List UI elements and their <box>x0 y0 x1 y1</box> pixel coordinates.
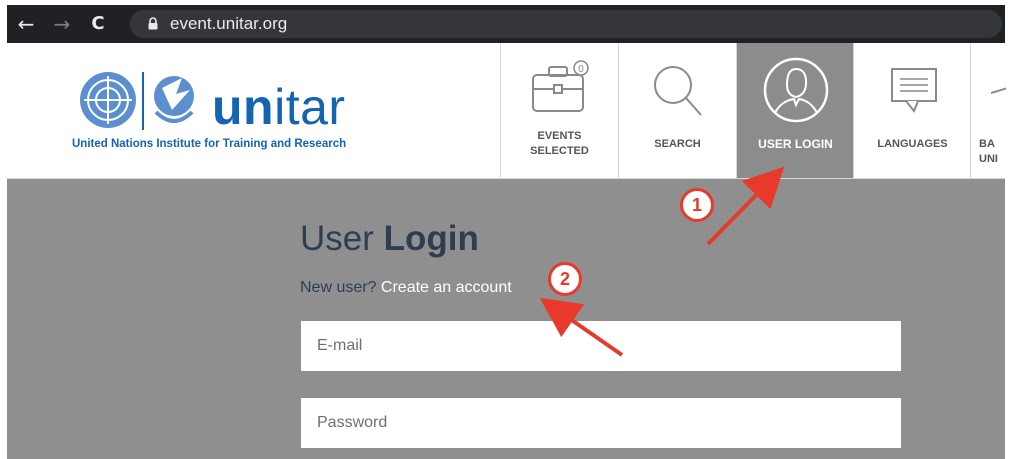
un-emblem-icon <box>80 72 194 130</box>
login-section: User Login New user? Create an account <box>7 179 1005 459</box>
logo-subtitle: United Nations Institute for Training an… <box>72 138 347 150</box>
new-user-prompt: New user? Create an account <box>300 279 512 297</box>
password-field[interactable] <box>301 398 901 448</box>
lock-icon <box>148 17 158 30</box>
tile-search[interactable]: SEARCH <box>618 43 736 178</box>
tile-languages[interactable]: LANGUAGES <box>853 43 971 178</box>
tile-label: USER LOGIN <box>758 137 833 151</box>
speech-bubble-icon <box>890 68 937 113</box>
tile-user-login[interactable]: USER LOGIN <box>736 43 854 178</box>
reload-icon: C <box>91 13 105 34</box>
logo-wordmark: unitar <box>212 78 346 136</box>
tile-label: EVENTS SELECTED <box>530 130 589 157</box>
url-text: event.unitar.org <box>170 14 288 33</box>
address-bar[interactable]: event.unitar.org <box>130 10 1002 38</box>
tile-events-selected[interactable]: 0 EVENTS SELECTED <box>500 43 618 178</box>
tile-label: LANGUAGES <box>877 138 948 150</box>
tile-partial[interactable]: BA UNI <box>970 43 1006 178</box>
briefcase-icon: 0 <box>531 60 589 112</box>
tile-label: BA UNI <box>979 138 998 165</box>
back-button[interactable]: ← <box>13 11 39 37</box>
logo-word-thin: itar <box>274 79 346 135</box>
forward-button[interactable]: → <box>49 11 75 37</box>
partial-icon <box>991 87 1006 94</box>
email-input[interactable] <box>315 336 879 356</box>
unitar-logo[interactable]: unitar United Nations Institute for Trai… <box>72 68 352 158</box>
site-header: unitar United Nations Institute for Trai… <box>7 43 1006 179</box>
magnifier-icon <box>653 66 702 116</box>
browser-toolbar: ← → C event.unitar.org <box>7 5 1005 43</box>
forward-arrow-icon: → <box>53 12 71 36</box>
back-arrow-icon: ← <box>17 12 35 36</box>
page-title: User Login <box>300 219 479 258</box>
create-account-link[interactable]: Create an account <box>381 279 512 296</box>
user-icon <box>763 57 828 123</box>
logo-word-bold: un <box>212 79 275 135</box>
step-2-badge: 2 <box>548 262 582 296</box>
tile-label: SEARCH <box>654 138 701 150</box>
email-field[interactable] <box>301 321 901 371</box>
reload-button[interactable]: C <box>85 11 111 37</box>
step-1-badge: 1 <box>680 188 714 222</box>
password-input[interactable] <box>315 413 879 433</box>
new-user-label: New user? <box>300 279 381 296</box>
events-count-badge: 0 <box>578 64 584 75</box>
